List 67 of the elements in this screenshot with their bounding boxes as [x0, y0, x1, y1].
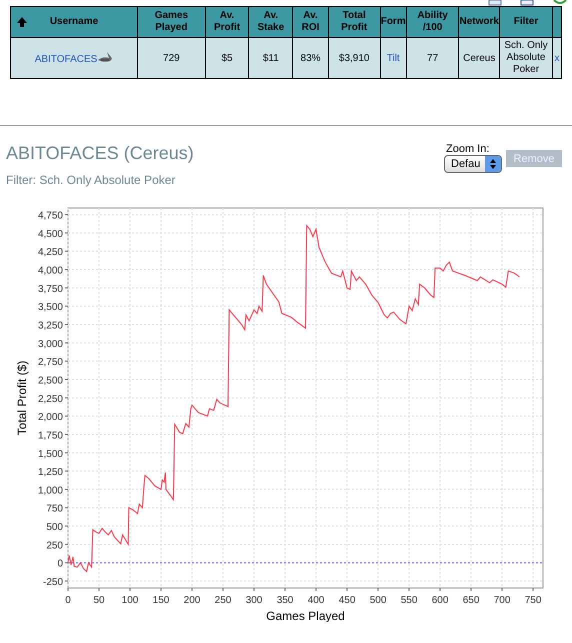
- y-tick-label: 4,250: [38, 247, 63, 258]
- column-header[interactable]: Username: [10, 6, 138, 38]
- column-header[interactable]: Av. Stake: [248, 6, 293, 38]
- x-tick-label: 500: [370, 595, 386, 606]
- column-header[interactable]: Games Played: [138, 6, 206, 38]
- y-tick-label: 4,500: [38, 228, 63, 240]
- y-tick-label: 1,250: [38, 467, 63, 478]
- x-tick-label: 400: [308, 595, 324, 606]
- column-header[interactable]: Filter: [500, 6, 552, 38]
- y-tick-label: 1,750: [38, 430, 63, 442]
- table-cell: 729: [138, 38, 206, 78]
- x-tick-label: 50: [93, 595, 105, 606]
- column-header-text: Username: [50, 16, 98, 27]
- y-tick-label: 3,750: [38, 284, 63, 295]
- table-link[interactable]: Tilt: [386, 52, 400, 64]
- filter-text: Filter: Sch. Only Absolute Poker: [6, 173, 176, 187]
- y-tick-label: 4,000: [38, 266, 63, 277]
- y-tick-label: 3,250: [38, 320, 63, 332]
- x-tick-label: 0: [65, 595, 71, 606]
- table-cell: Sch. Only Absolute Poker: [500, 38, 552, 78]
- x-tick-label: 600: [432, 595, 448, 606]
- table-cell: Cereus: [458, 38, 500, 78]
- table-cell: $5: [205, 38, 249, 78]
- table-cell: $3,910: [328, 38, 380, 78]
- column-header[interactable]: Network: [458, 6, 500, 38]
- table-cell: $11: [248, 38, 293, 78]
- x-tick-label: 100: [122, 595, 138, 606]
- zoom-select[interactable]: Defau: [444, 155, 502, 173]
- y-tick-label: 2,000: [38, 412, 63, 424]
- zoom-label: Zoom In:: [446, 143, 490, 155]
- column-header[interactable]: Ability /100: [406, 6, 459, 38]
- player-title: ABITOFACES (Cereus): [6, 143, 194, 164]
- x-tick-label: 650: [462, 595, 480, 606]
- y-tick-label: 4,750: [38, 210, 63, 222]
- x-tick-label: 450: [338, 595, 356, 606]
- y-tick-label: 1,000: [38, 485, 63, 496]
- y-tick-label: 750: [46, 504, 63, 515]
- x-tick-label: 700: [494, 595, 510, 606]
- x-tick-label: 150: [152, 595, 170, 606]
- table-link[interactable]: x: [554, 52, 560, 64]
- shark-icon: [97, 51, 114, 63]
- y-tick-label: 3,000: [38, 338, 63, 350]
- y-tick-label: 1,500: [38, 448, 63, 460]
- y-tick-label: 500: [46, 522, 63, 534]
- x-tick-label: 300: [246, 595, 262, 606]
- y-tick-label: 2,250: [38, 394, 63, 405]
- column-header[interactable]: Av. Profit: [205, 6, 249, 38]
- y-tick-label: -250: [42, 577, 63, 588]
- y-tick-label: 2,500: [38, 376, 63, 386]
- y-tick-label: 2,750: [38, 357, 63, 368]
- y-tick-label: 250: [46, 540, 63, 552]
- sort-up-icon[interactable]: [16, 16, 28, 28]
- stepper-icon: [489, 158, 497, 170]
- table-cell: 83%: [292, 38, 328, 78]
- y-tick-label: 3,500: [38, 302, 63, 314]
- table-cell: 77: [406, 38, 459, 78]
- x-tick-label: 350: [276, 595, 294, 606]
- x-tick-label: 550: [400, 595, 418, 606]
- y-tick-label: 0: [57, 558, 63, 570]
- username-link[interactable]: ABITOFACES: [34, 54, 98, 65]
- x-tick-label: 750: [524, 595, 542, 606]
- x-tick-label: 200: [184, 595, 200, 606]
- column-header[interactable]: Av. ROI: [292, 6, 328, 38]
- x-tick-label: 250: [214, 595, 232, 606]
- column-header[interactable]: Form: [380, 6, 406, 38]
- y-axis-title: Total Profit ($): [15, 360, 29, 436]
- column-header[interactable]: Total Profit: [328, 6, 380, 38]
